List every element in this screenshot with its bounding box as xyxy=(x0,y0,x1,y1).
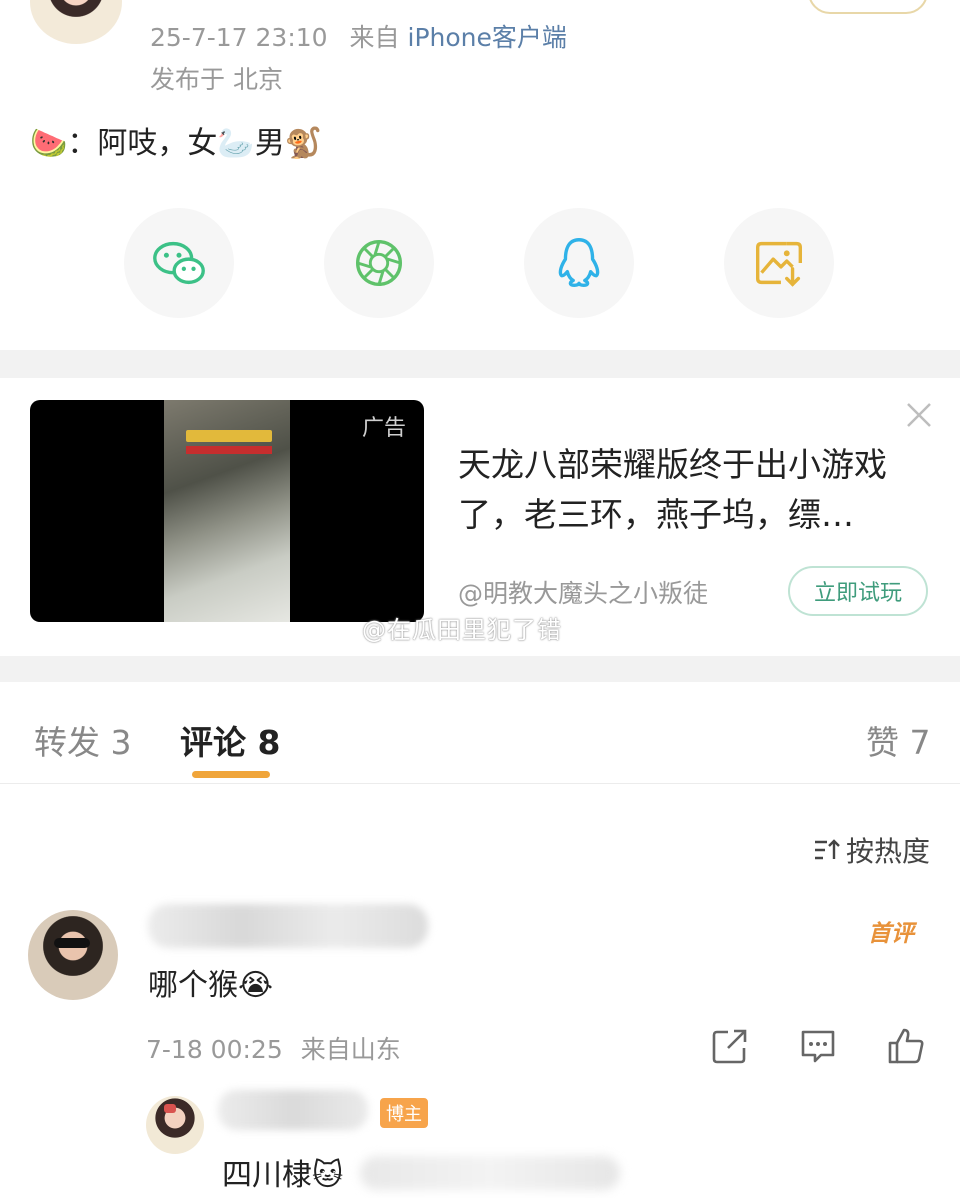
wechat-icon xyxy=(153,241,205,285)
post-text: 🍉：阿吱，女🦢男🐒 xyxy=(30,118,322,162)
author-badge: 博主 xyxy=(380,1098,428,1128)
save-image-icon xyxy=(755,241,803,287)
ad-author[interactable]: @明教大魔头之小叛徒 xyxy=(458,574,708,610)
author-reply-avatar[interactable] xyxy=(146,1096,204,1154)
commenter-avatar[interactable] xyxy=(28,910,118,1000)
tab-likes[interactable]: 赞 7 xyxy=(866,716,931,764)
save-image-button[interactable] xyxy=(724,208,834,318)
reply-text: 四川棣🐱 xyxy=(222,1150,343,1194)
post-text-body: ：阿吱，女 xyxy=(67,126,218,161)
share-icon[interactable] xyxy=(710,1026,750,1066)
comment-body: 哪个猴 xyxy=(148,968,238,1003)
follow-button[interactable] xyxy=(808,0,928,14)
comment-meta: 7-18 00:25 来自山东 xyxy=(146,1030,401,1066)
post-source[interactable]: iPhone客户端 xyxy=(408,23,567,52)
post-meta: 25-7-17 23:10 来自 iPhone客户端 xyxy=(150,18,567,54)
section-gap xyxy=(0,350,960,378)
first-comment-badge: 首评 xyxy=(868,921,914,947)
share-row xyxy=(0,208,960,318)
comment-time: 7-18 00:25 xyxy=(146,1035,283,1064)
monkey-emoji: 🐒 xyxy=(284,126,323,161)
post-source-prefix: 来自 xyxy=(349,23,400,52)
commenter-name-blurred xyxy=(148,904,428,948)
post-timestamp: 25-7-17 23:10 xyxy=(150,23,328,52)
sort-by-hot-button[interactable]: 按热度 xyxy=(812,830,930,870)
author-avatar[interactable] xyxy=(30,0,122,44)
comment-location: 来自山东 xyxy=(300,1035,401,1064)
sort-label: 按热度 xyxy=(846,835,931,868)
share-moments-button[interactable] xyxy=(324,208,434,318)
divider xyxy=(0,783,960,784)
weibo-watermark: @在瓜田里犯了错 xyxy=(362,616,562,644)
reply-name-blurred xyxy=(218,1090,368,1130)
moments-icon xyxy=(355,239,403,287)
ad-try-now-button[interactable]: 立即试玩 xyxy=(788,566,928,616)
comment-text: 哪个猴😭 xyxy=(148,960,273,1004)
share-qq-button[interactable] xyxy=(524,208,634,318)
post-location: 发布于 北京 xyxy=(150,65,283,94)
reply-text-blurred xyxy=(360,1156,620,1190)
reply-comment-icon[interactable] xyxy=(798,1026,838,1066)
tab-comments[interactable]: 评论 8 xyxy=(180,716,280,764)
ad-video-thumbnail[interactable]: 广告 xyxy=(30,400,424,622)
ad-tag: 广告 xyxy=(361,416,406,441)
section-gap xyxy=(0,656,960,682)
ad-video-frame xyxy=(164,400,290,622)
tab-reposts[interactable]: 转发 3 xyxy=(34,716,132,764)
crying-emoji: 😭 xyxy=(238,968,274,1003)
watermelon-emoji: 🍉 xyxy=(30,126,68,161)
ad-title[interactable]: 天龙八部荣耀版终于出小游戏了，老三环，燕子坞，缥… xyxy=(458,440,928,540)
reply-body: 四川棣 xyxy=(222,1158,312,1193)
swan-emoji: 🦢 xyxy=(217,126,255,161)
cat-emoji: 🐱 xyxy=(312,1158,344,1193)
active-tab-indicator xyxy=(192,771,270,778)
post-text-male: 男 xyxy=(254,126,285,161)
like-icon[interactable] xyxy=(886,1026,926,1066)
qq-icon xyxy=(558,238,600,287)
sort-icon xyxy=(815,839,840,860)
close-icon[interactable] xyxy=(902,398,936,432)
share-wechat-button[interactable] xyxy=(124,208,234,318)
